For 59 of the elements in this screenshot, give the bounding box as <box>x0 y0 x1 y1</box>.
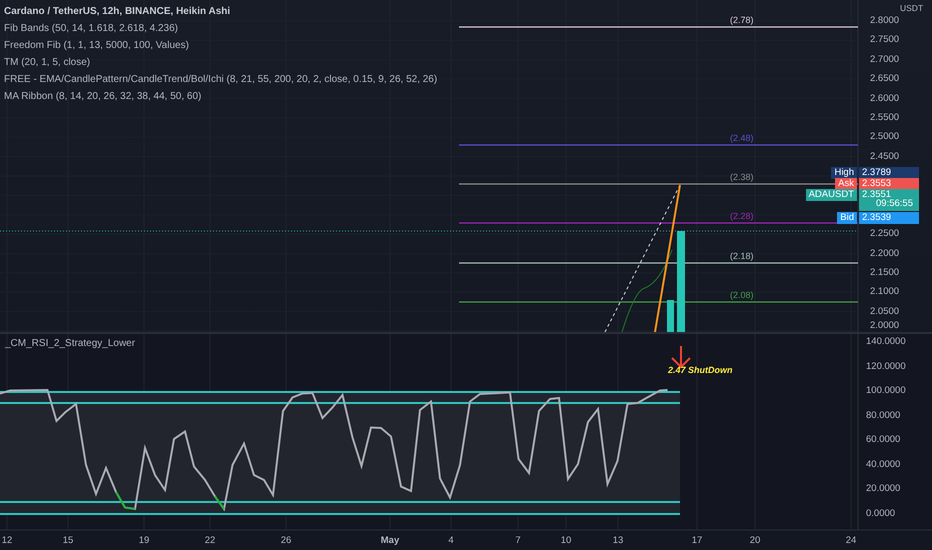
price-tag-label: Ask <box>835 178 857 190</box>
price-tag-label: ADAUSDT <box>806 189 857 200</box>
indicator-label: MA Ribbon (8, 14, 20, 26, 32, 38, 44, 50, 60) <box>4 90 202 104</box>
time-axis-label: 24 <box>846 536 856 546</box>
fib-level-label: (2.38) <box>730 173 754 182</box>
price-axis-label: 2.4500 <box>870 152 900 162</box>
rsi-axis-label: 80.0000 <box>866 410 900 420</box>
indicator-title: _CM_RSI_2_Strategy_Lower <box>5 339 136 349</box>
rsi-axis-label: 60.0000 <box>866 435 900 444</box>
price-tag-label: High <box>831 167 857 178</box>
price-axis-label: 2.5500 <box>870 112 900 122</box>
fib-level-label: (2.78) <box>730 16 754 25</box>
price-axis-label: 2.2000 <box>870 248 900 258</box>
price-axis-label: 2.6000 <box>870 94 900 103</box>
indicator-label: FREE - EMA/CandlePattern/CandleTrend/Bol/Ichi (8, 21, 55, 200, 20, 2, close, 0.15, 9, 26, 52, 26) <box>4 73 438 87</box>
rsi-axis-label: 20.0000 <box>866 484 900 494</box>
price-axis-label: 2.0000 <box>870 321 900 330</box>
time-axis-label: 26 <box>280 536 292 546</box>
time-axis-label: 17 <box>692 536 702 546</box>
price-axis-label: 2.1000 <box>870 287 900 297</box>
rsi-axis-label: 40.0000 <box>866 460 900 469</box>
price-axis-label: 2.7000 <box>870 54 900 64</box>
price-axis-label: 2.6500 <box>870 74 900 84</box>
price-tag-value: 2.3553 <box>859 178 919 190</box>
down-arrow-icon <box>671 345 691 368</box>
price-axis-label: 2.5000 <box>870 132 900 142</box>
price-tag-label: Bid <box>837 212 857 224</box>
countdown-timer: 09:56:55 <box>876 199 913 208</box>
time-axis-label: 7 <box>515 536 521 546</box>
time-axis-label: 4 <box>448 536 454 546</box>
time-axis-label: 13 <box>612 536 624 546</box>
rsi-axis-label: 100.0000 <box>866 386 906 396</box>
time-axis-label: 20 <box>750 536 760 546</box>
time-axis-label: 10 <box>560 536 572 546</box>
price-axis-label: 2.1500 <box>870 268 900 278</box>
price-axis-label: 2.0500 <box>870 306 900 316</box>
time-axis-label: 22 <box>204 536 216 546</box>
time-axis-label: 15 <box>62 536 74 546</box>
indicator-label: Fib Bands (50, 14, 1.618, 2.618, 4.236) <box>4 22 180 36</box>
rsi-axis-label: 120.0000 <box>866 362 906 371</box>
time-axis-label: May <box>380 536 400 546</box>
fib-level-label: (2.18) <box>730 252 754 261</box>
rsi-axis-label: 140.0000 <box>866 337 906 346</box>
price-axis-label: 2.8000 <box>870 16 900 26</box>
price-axis-label: 2.7500 <box>870 35 900 45</box>
time-axis-label: 12 <box>2 536 12 546</box>
signal-annotation: 2.47 ShutDown <box>668 366 733 375</box>
indicator-label: Freedom Fib (1, 1, 13, 5000, 100, Values) <box>4 39 190 53</box>
rsi-axis-label: 0.0000 <box>866 508 896 518</box>
price-tag-value: 2.3539 <box>859 212 919 224</box>
indicator-label: TM (20, 1, 5, close) <box>4 56 92 70</box>
fib-level-label: (2.48) <box>730 134 754 143</box>
price-tag-value: 2.3789 <box>859 167 919 178</box>
chart-title: Cardano / TetherUS, 12h, BINANCE, Heikin Ashi <box>4 5 232 19</box>
price-axis-label: 2.2500 <box>870 229 900 239</box>
fib-level-label: (2.08) <box>730 291 754 300</box>
axis-unit-label: USDT <box>900 4 924 12</box>
time-axis-label: 19 <box>138 536 150 546</box>
fib-level-label: (2.28) <box>730 212 754 221</box>
